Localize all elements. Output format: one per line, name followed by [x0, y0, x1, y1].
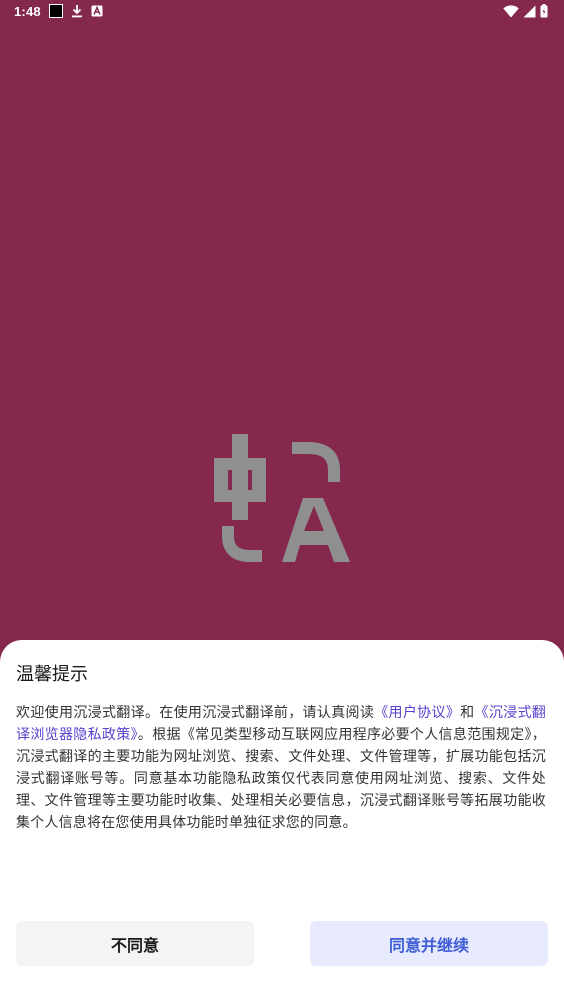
status-system-icons [503, 4, 548, 21]
wifi-icon [503, 4, 519, 21]
decline-button[interactable]: 不同意 [16, 921, 254, 966]
body-text-1: 欢迎使用沉浸式翻译。在使用沉浸式翻译前，请认真阅读 [16, 705, 375, 721]
dialog-body: 欢迎使用沉浸式翻译。在使用沉浸式翻译前，请认真阅读《用户协议》和《沉浸式翻译浏览… [16, 702, 546, 834]
status-bar: 1:48 [0, 0, 564, 24]
body-text-2: 和 [460, 705, 475, 721]
logo-chinese-glyph [214, 434, 266, 520]
dialog-title: 温馨提示 [16, 664, 88, 685]
accept-continue-button[interactable]: 同意并继续 [310, 921, 548, 966]
a-badge-icon [91, 5, 103, 17]
black-square-icon [49, 4, 63, 18]
logo-latin-glyph [282, 498, 350, 562]
privacy-dialog: 温馨提示 欢迎使用沉浸式翻译。在使用沉浸式翻译前，请认真阅读《用户协议》和《沉浸… [0, 640, 564, 1004]
status-notification-icons [49, 4, 103, 18]
logo-bottom-bracket [222, 526, 262, 562]
battery-icon [540, 4, 548, 21]
signal-icon [523, 5, 536, 21]
logo-top-bracket [292, 442, 340, 482]
download-icon [71, 4, 83, 18]
status-time: 1:48 [14, 4, 41, 19]
app-logo [210, 430, 356, 570]
user-agreement-link[interactable]: 《用户协议》 [374, 705, 460, 721]
